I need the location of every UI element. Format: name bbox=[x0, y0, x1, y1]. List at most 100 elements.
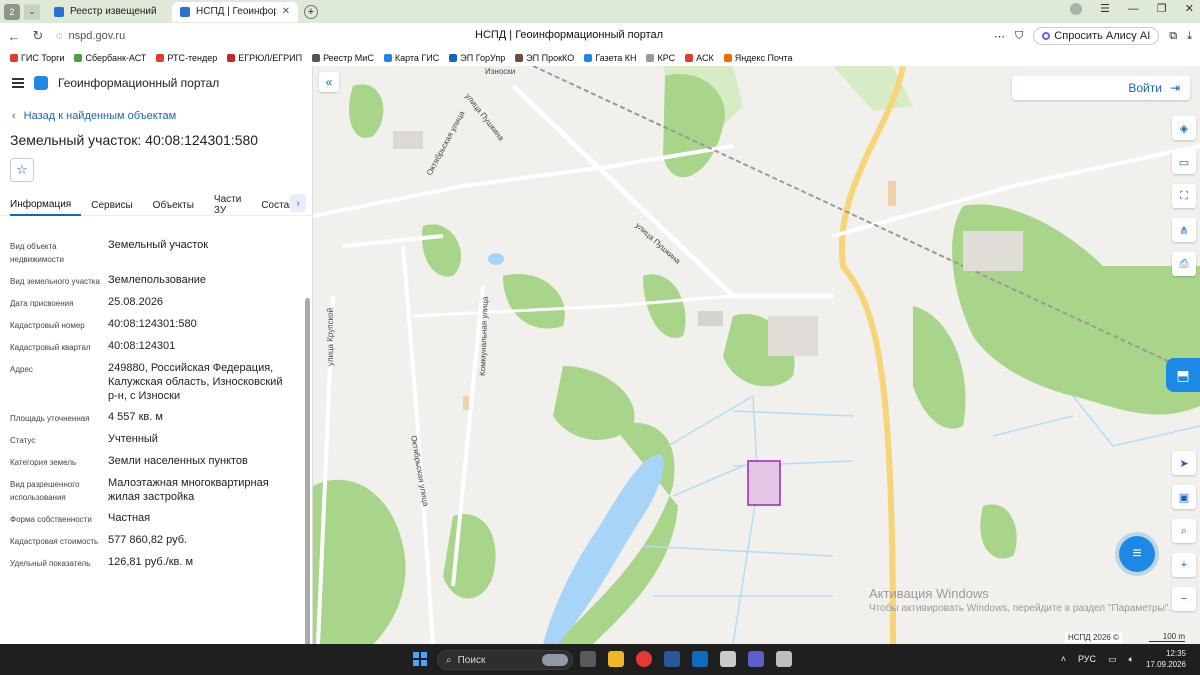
clock[interactable]: 12:35 17.09.2026 bbox=[1146, 648, 1186, 670]
property-value: Малоэтажная многоквартирная жилая застро… bbox=[108, 477, 269, 503]
bookmark-icon bbox=[383, 53, 392, 62]
word-icon[interactable] bbox=[664, 651, 680, 667]
map-view[interactable]: Октябрьская улица улица Пушкина Износки … bbox=[313, 66, 1200, 644]
object-title: Земельный участок: 40:08:124301:580 bbox=[10, 132, 259, 148]
share-button[interactable]: ⋔ bbox=[1172, 218, 1196, 242]
chevron-down-icon[interactable]: ⌄ bbox=[24, 3, 40, 20]
taskbar-search[interactable]: ⌕ Поиск bbox=[437, 650, 573, 670]
volume-icon[interactable]: 🔈︎ bbox=[1129, 654, 1134, 665]
search-map-button[interactable]: ⌕ bbox=[1172, 519, 1196, 543]
teams-icon[interactable] bbox=[748, 651, 764, 667]
bookmark-item[interactable]: ГИС Торги bbox=[10, 53, 64, 63]
favorite-button[interactable]: ☆ bbox=[10, 158, 34, 182]
scrollbar-thumb[interactable] bbox=[305, 298, 310, 668]
object-sidebar: Геоинформационный портал ‹ Назад к найде… bbox=[0, 66, 313, 668]
menu-icon[interactable]: ☰ bbox=[1100, 2, 1110, 15]
network-icon[interactable]: ▭ bbox=[1108, 654, 1117, 665]
collapse-panel-button[interactable]: « bbox=[319, 72, 339, 92]
back-link[interactable]: ‹ Назад к найденным объектам bbox=[12, 110, 312, 122]
measure-button[interactable]: ▭ bbox=[1172, 150, 1196, 174]
menu-icon[interactable] bbox=[12, 78, 24, 88]
new-tab-button[interactable]: + bbox=[304, 4, 318, 19]
date: 17.09.2026 bbox=[1145, 660, 1186, 669]
locate-button[interactable]: ➤ bbox=[1172, 451, 1196, 475]
double-chevron-left-icon: « bbox=[325, 75, 333, 89]
profile-icon[interactable] bbox=[1070, 2, 1083, 15]
yandex-browser-icon[interactable] bbox=[636, 651, 652, 667]
bookmark-item[interactable]: Яндекс Почта bbox=[723, 53, 792, 63]
more-icon[interactable]: ⋯ bbox=[994, 30, 1005, 43]
map-canvas[interactable]: Октябрьская улица улица Пушкина Износки … bbox=[313, 66, 1200, 644]
property-value: Частная bbox=[108, 512, 151, 524]
layers-button[interactable]: ◈ bbox=[1172, 116, 1196, 140]
property-key: Статус bbox=[10, 436, 36, 445]
property-value: Землепользование bbox=[108, 274, 207, 286]
task-view-icon[interactable] bbox=[580, 651, 596, 667]
restore-icon[interactable]: ❐ bbox=[1157, 2, 1167, 15]
bookmark-icon bbox=[156, 53, 165, 62]
minimize-icon[interactable]: — bbox=[1128, 3, 1139, 15]
tab-services[interactable]: Сервисы bbox=[91, 194, 142, 216]
property-row: Вид разрешенного использования Малоэтажн… bbox=[0, 476, 305, 504]
select-area-button[interactable]: ⛶ bbox=[1172, 184, 1196, 208]
reload-icon[interactable]: ↻ bbox=[28, 28, 48, 44]
tab-groups-icon[interactable]: 2 bbox=[4, 3, 20, 20]
print-button[interactable]: ⎙ bbox=[1172, 252, 1196, 276]
language-indicator[interactable]: РУС bbox=[1078, 654, 1096, 664]
building bbox=[963, 231, 1023, 271]
map-tools-top: ◈ ▭ ⛶ ⋔ ⎙ bbox=[1172, 116, 1196, 276]
property-key: Кадастровая стоимость bbox=[10, 537, 99, 546]
extension-button[interactable]: ⬒ bbox=[1166, 358, 1200, 392]
extensions-icon[interactable]: ⧉ bbox=[1169, 30, 1177, 43]
url-field[interactable]: ◌ nspd.gov.ru bbox=[56, 30, 125, 42]
tabs-next-button[interactable]: › bbox=[290, 194, 306, 212]
alice-button[interactable]: Спросить Алису AI bbox=[1033, 27, 1160, 45]
zoom-in-button[interactable]: + bbox=[1172, 553, 1196, 577]
close-window-icon[interactable]: ✕ bbox=[1185, 2, 1194, 15]
calculator-icon[interactable] bbox=[720, 651, 736, 667]
file-explorer-icon[interactable] bbox=[608, 651, 624, 667]
basemap-button[interactable]: ▣ bbox=[1172, 485, 1196, 509]
tab-info[interactable]: Информация bbox=[10, 194, 82, 216]
bookmark-item[interactable]: Карта ГИС bbox=[383, 53, 439, 63]
property-value: 40:08:124301 bbox=[108, 340, 176, 352]
portal-logo bbox=[34, 76, 48, 90]
browser-tab[interactable]: Реестр извещений bbox=[46, 2, 166, 22]
start-button[interactable] bbox=[413, 652, 427, 666]
close-icon[interactable]: ✕ bbox=[282, 6, 290, 17]
street-label: Октябрьская улица bbox=[409, 435, 430, 508]
bookmark-icon[interactable]: ⛉ bbox=[1015, 30, 1023, 43]
street-label: Октябрьская улица bbox=[425, 109, 467, 177]
bookmark-item[interactable]: ЭП ПрокКО bbox=[515, 53, 574, 63]
search-placeholder: Поиск bbox=[457, 654, 486, 666]
plus-icon: + bbox=[1180, 559, 1188, 571]
sidebar-scrollbar[interactable] bbox=[305, 298, 310, 668]
outlook-icon[interactable] bbox=[692, 651, 708, 667]
tab-parts[interactable]: Части ЗУ bbox=[214, 194, 251, 216]
bookmark-item[interactable]: Реестр МиС bbox=[312, 53, 374, 63]
bookmark-item[interactable]: ЕГРЮЛ/ЕГРИП bbox=[227, 53, 302, 63]
login-button[interactable]: Войти ⇥ bbox=[1012, 76, 1190, 100]
building bbox=[463, 396, 469, 410]
bookmark-item[interactable]: КРС bbox=[646, 53, 675, 63]
back-icon[interactable]: ← bbox=[4, 29, 24, 44]
address-actions: ⋯ ⛉ Спросить Алису AI ⧉ ⤓ bbox=[994, 27, 1192, 45]
chat-button[interactable]: ≡ bbox=[1119, 536, 1155, 572]
bookmark-item[interactable]: ЭП ГорУпр bbox=[449, 53, 505, 63]
bookmark-item[interactable]: Сбербанк-АСТ bbox=[74, 53, 146, 63]
bookmark-icon bbox=[449, 53, 458, 62]
property-row: Форма собственности Частная bbox=[0, 511, 305, 526]
tab-objects[interactable]: Объекты bbox=[153, 194, 204, 216]
browser-tab-active[interactable]: НСПД | Геоинформаци ✕ bbox=[172, 1, 298, 22]
star-icon: ☆ bbox=[16, 162, 28, 177]
chevron-up-icon[interactable]: ˄ bbox=[1061, 654, 1066, 664]
land-parcel[interactable] bbox=[747, 460, 781, 506]
bookmarks-bar: ГИС Торги Сбербанк-АСТ РТС-тендер ЕГРЮЛ/… bbox=[0, 49, 1200, 66]
bookmark-item[interactable]: РТС-тендер bbox=[156, 53, 217, 63]
bookmark-item[interactable]: Газета КН bbox=[584, 53, 636, 63]
download-icon[interactable]: ⤓ bbox=[1187, 30, 1192, 43]
zoom-out-button[interactable]: − bbox=[1172, 587, 1196, 611]
bookmark-item[interactable]: АСК bbox=[685, 53, 714, 63]
bookmark-icon bbox=[227, 53, 236, 62]
app-icon[interactable] bbox=[776, 651, 792, 667]
